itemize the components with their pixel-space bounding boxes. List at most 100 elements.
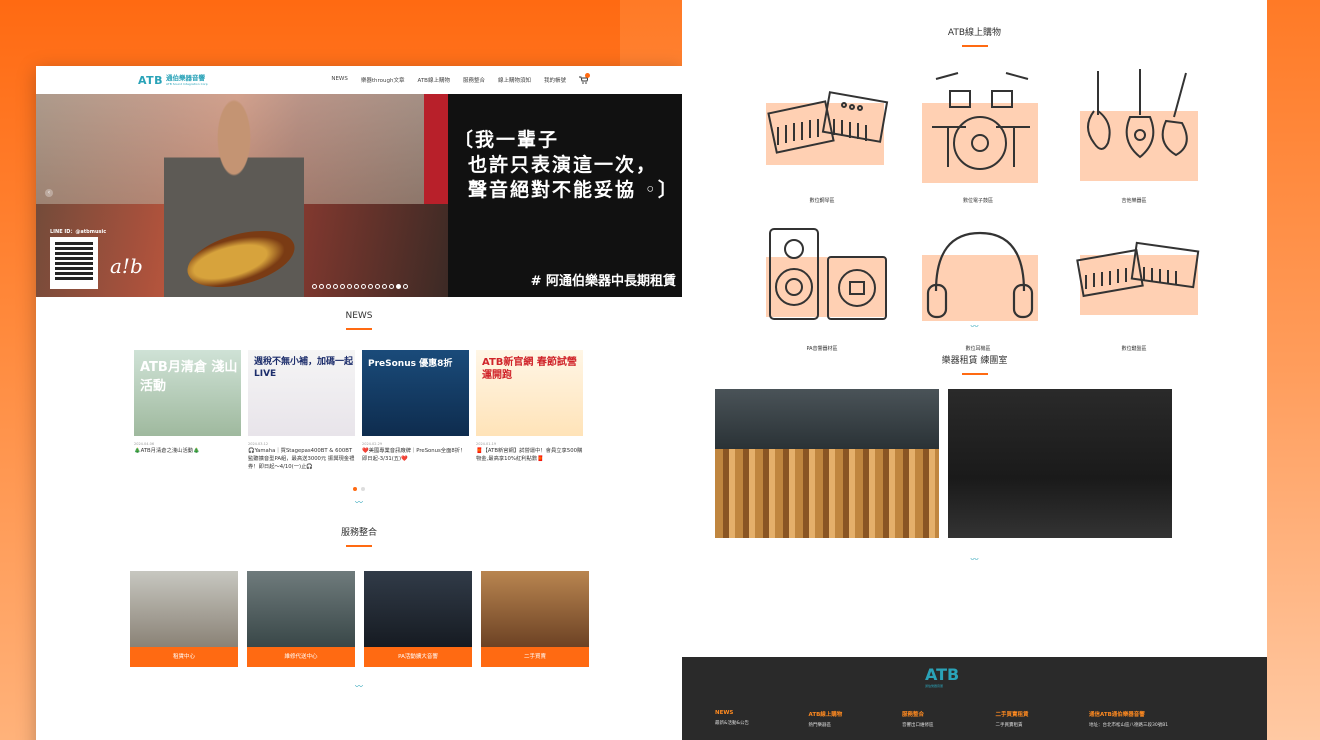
title-underline [961,45,988,47]
news-image: ATB月清倉 淺山活動 [134,350,241,436]
news-card[interactable]: ATB新官網 春節試營運開跑 2024.01.19 🧧【ATB新官網】試營運中！… [476,350,583,471]
carousel-dot[interactable] [396,284,401,289]
carousel-dot[interactable] [312,284,317,289]
service-label[interactable]: 維修代送中心 [247,647,355,667]
service-card[interactable]: 租賃中心 [130,571,238,667]
services-title: 服務整合 [340,528,377,538]
carousel-dot[interactable] [319,284,324,289]
news-image: PreSonus 優惠8折 [362,350,469,436]
logo-atb: ATB [138,73,164,87]
news-headline[interactable]: 🧧【ATB新官網】試營運中！會員立享500購物金,最高享10%紅利點數🧧 [476,447,583,463]
carousel-dot[interactable] [354,284,359,289]
carousel-dot[interactable] [382,284,387,289]
carousel-dot[interactable] [361,284,366,289]
service-card[interactable]: 二手買賣 [481,571,589,667]
site-footer: ATB 通伯樂器音響 NEWS 最新&活動&公告 ATB線上購物 熱門樂器區 服… [682,657,1267,740]
category-label: 吉他樂器區 [1121,198,1147,204]
news-card[interactable]: 週稅不無小補，加碼一起 LIVE 2024.03.12 🎧Yamaha｜買Sta… [248,350,355,471]
nav-account[interactable]: 我的帳號 [544,76,566,84]
nav-shop[interactable]: ATB線上購物 [417,76,449,84]
carousel-dot[interactable] [347,284,352,289]
cart-badge [585,73,590,78]
carousel-dot[interactable] [375,284,380,289]
hero-line-3: 聲音絕對不能妥協 ◦〕 [468,179,679,201]
service-image [364,571,472,647]
footer-col: NEWS 最新&活動&公告 [715,710,750,726]
footer-col: ATB線上購物 熱門樂器區 [808,712,843,728]
news-headline[interactable]: ❤️美國專業音訊廠牌｜PreSonus全面8折！即日起-3/31(五)❤️ [362,447,469,463]
carousel-dots [312,284,408,289]
hero-carousel[interactable]: ‹ LINE ID：@atbmusic a!b 〔我一輩子 也許只表演這一次， … [36,94,682,297]
site-logo[interactable]: ATB 通伯樂器音響 ATB Sound Integration Corp [138,74,208,87]
nav-services[interactable]: 服務整合 [463,76,485,84]
title-underline [346,328,372,330]
main-menu: NEWS 樂器through文章 ATB線上購物 服務整合 線上購物須知 我的帳… [331,73,590,84]
homepage-screenshot: ATB 通伯樂器音響 ATB Sound Integration Corp NE… [36,66,682,740]
news-list: ATB月清倉 淺山活動 2024.04.06 🎄ATB月清倉之淺山活動🎄 週稅不… [134,350,682,471]
carousel-dot[interactable] [389,284,394,289]
rehearsal-room-image[interactable] [948,389,1172,538]
keyboard-icon [1076,241,1200,315]
news-card[interactable]: ATB月清倉 淺山活動 2024.04.06 🎄ATB月清倉之淺山活動🎄 [134,350,241,471]
hero-line-1: 〔我一輩子 [454,129,560,151]
category-grid: 數位鋼琴區 數位電子鼓區 吉他樂器區 PA音響器材區 數位耳機區 數位鍵盤區 [722,67,1267,387]
footer-col: 通信ATB通伯樂器音響 地址：台北市松山區八德路三段30號B1 [1089,712,1169,728]
qr-code [50,237,98,289]
news-headline[interactable]: 🎄ATB月清倉之淺山活動🎄 [134,447,241,455]
category-pa-audio[interactable]: PA音響器材區 [722,227,887,387]
service-label[interactable]: 租賃中心 [130,647,238,667]
carousel-dot[interactable] [326,284,331,289]
logo-en: ATB Sound Integration Corp [166,81,208,86]
news-pager [36,487,682,491]
service-image [247,571,355,647]
service-card[interactable]: 維修代送中心 [247,571,355,667]
speaker-icon [766,228,887,320]
service-label[interactable]: PA活動擴大音響 [364,647,472,667]
pager-dot[interactable] [353,487,357,491]
service-image [481,571,589,647]
wave-divider-icon: 〰 [355,682,363,691]
footer-logo[interactable]: ATB 通伯樂器音響 [925,665,959,688]
cart-icon[interactable] [579,73,590,84]
category-keyboards[interactable]: 數位鍵盤區 [1034,227,1200,387]
category-label: 數位鍵盤區 [1121,346,1147,352]
carousel-prev-icon[interactable]: ‹ [45,189,53,197]
rent-gallery [715,389,1267,538]
news-image: 週稅不無小補，加碼一起 LIVE [248,350,355,436]
nav-news[interactable]: NEWS [331,76,348,84]
logo-cn: 通伯樂器音響 [166,73,206,82]
carousel-dot[interactable] [368,284,373,289]
headphones-icon [922,231,1038,321]
shop-page-screenshot: ATB線上購物 數位鋼琴區 數位電子鼓區 吉他樂器區 PA音響器材區 數位耳機區… [682,0,1267,740]
piano-icon [766,91,889,165]
service-card[interactable]: PA活動擴大音響 [364,571,472,667]
shop-title: ATB線上購物 [947,28,1002,38]
services-list: 租賃中心 維修代送中心 PA活動擴大音響 二手買賣 [130,571,682,667]
footer-col: 二手買賣租賃 二手買賣租賃 [995,712,1029,728]
guitar-store-image[interactable] [715,389,939,538]
pager-dot[interactable] [361,487,365,491]
title-underline [346,545,372,547]
carousel-dot[interactable] [340,284,345,289]
news-image: ATB新官網 春節試營運開跑 [476,350,583,436]
category-guitars[interactable]: 吉他樂器區 [1034,67,1198,227]
news-headline[interactable]: 🎧Yamaha｜買Stagepas400BT & 600BT監聽擴音型PA組，最… [248,447,355,471]
wave-divider-icon: 〰 [970,555,979,564]
guitar-icon [1080,69,1198,181]
category-drums[interactable]: 數位電子鼓區 [878,67,1038,227]
hero-tag: # 阿通伯樂器中長期租賃 [530,274,676,289]
news-title: NEWS [345,311,373,321]
signature-image: a!b [110,254,143,278]
category-digital-piano[interactable]: 數位鋼琴區 [722,67,889,227]
service-label[interactable]: 二手買賣 [481,647,589,667]
news-card[interactable]: PreSonus 優惠8折 2024.02.29 ❤️美國專業音訊廠牌｜PreS… [362,350,469,471]
footer-col: 服務整合 音響出口維修區 [902,712,934,728]
service-image [130,571,238,647]
carousel-dot[interactable] [403,284,408,289]
hero-line-2: 也許只表演這一次， [468,154,658,176]
nav-articles[interactable]: 樂器through文章 [361,76,405,84]
category-headphones[interactable]: 數位耳機區 [878,227,1038,387]
carousel-dot[interactable] [333,284,338,289]
top-navbar: ATB 通伯樂器音響 ATB Sound Integration Corp NE… [36,66,682,94]
nav-shopping-guide[interactable]: 線上購物須知 [498,76,531,84]
